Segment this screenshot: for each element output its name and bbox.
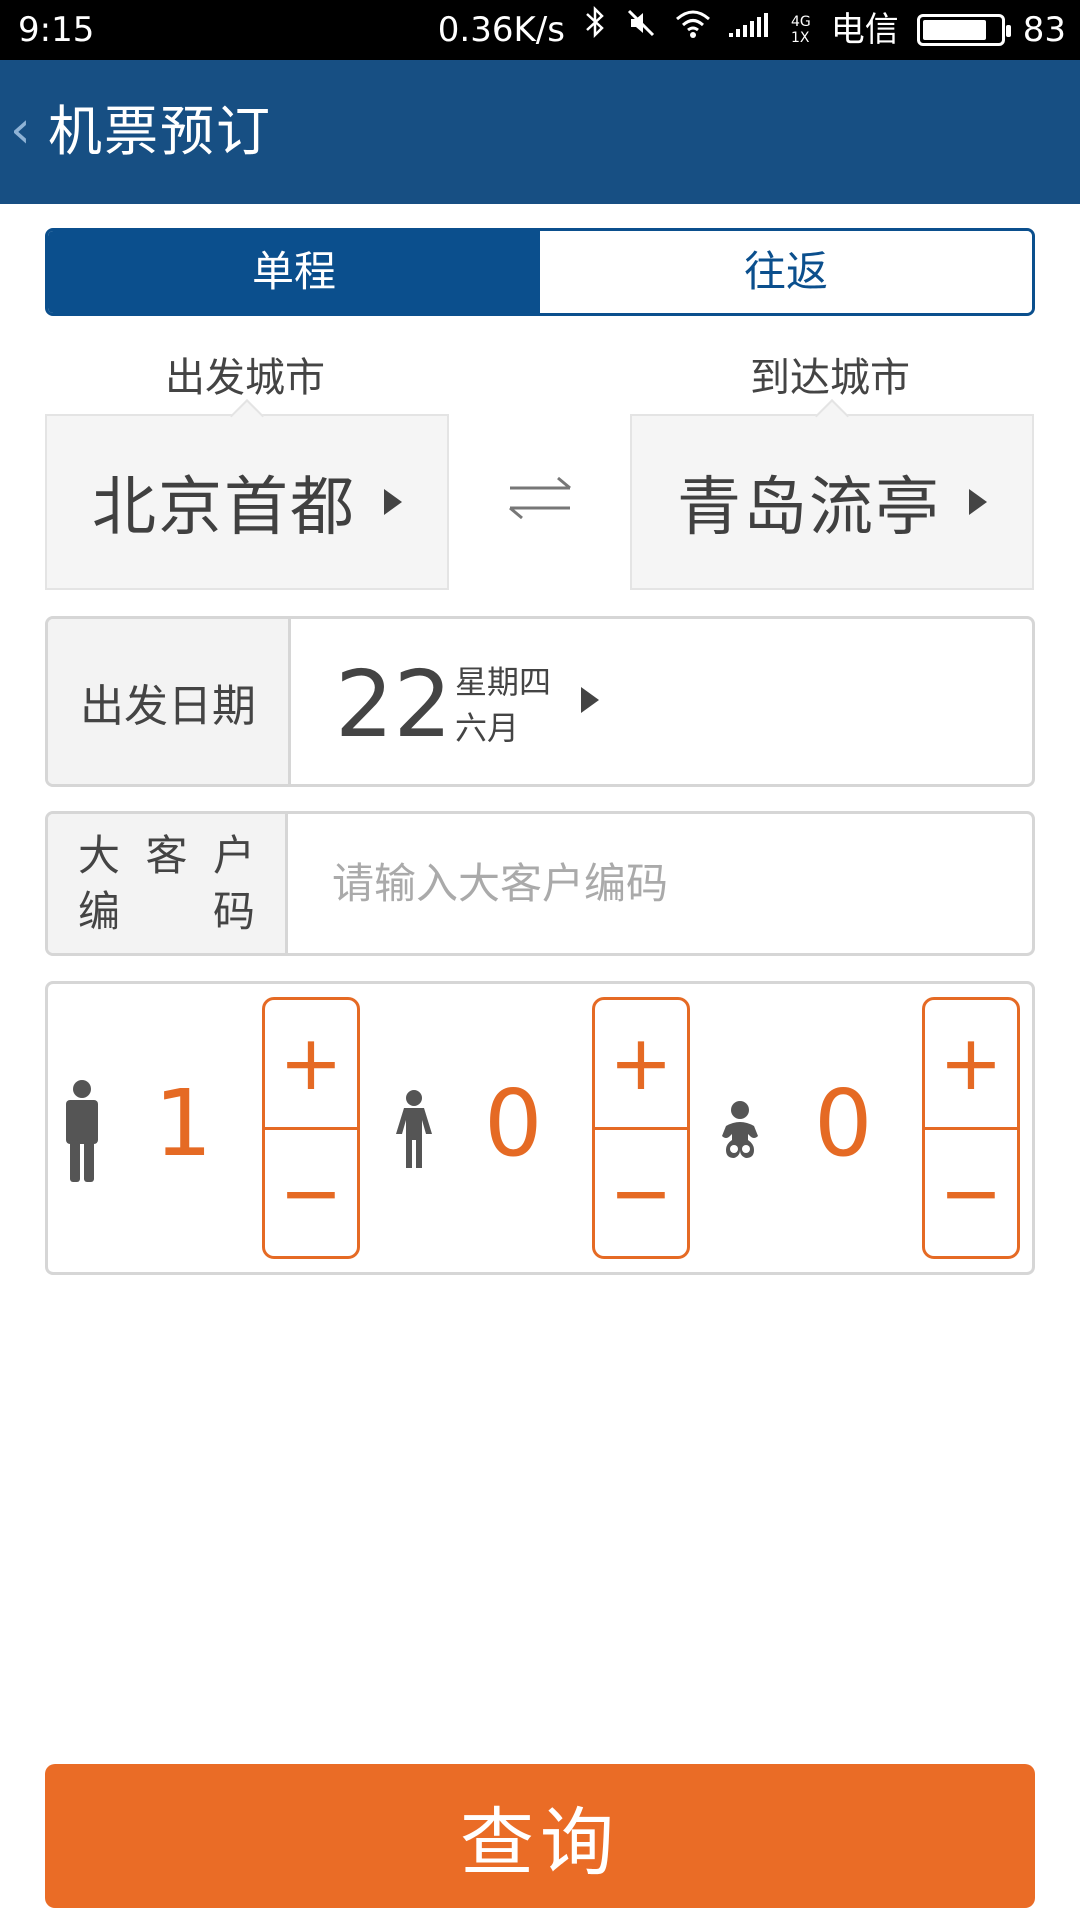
swap-cities-icon[interactable] [500,458,580,538]
adult-count: 1 [154,1070,213,1177]
status-time: 9:15 [18,10,95,50]
pointer-notch [815,399,849,433]
tab-round-trip[interactable]: 往返 [540,231,1032,313]
corporate-code-label: 大 客 户 编 码 [48,814,288,953]
adult-icon [60,1080,104,1188]
mute-icon [625,0,657,60]
departure-date-row[interactable]: 出发日期 22 星期四 六月 [45,616,1035,787]
status-bar: 9:15 0.36K/s 4G 1X 电信 83 [0,0,1080,60]
passenger-counter: 1 + − 0 + − 0 + − [45,981,1035,1275]
adult-stepper: + − [262,997,360,1259]
child-minus-button[interactable]: − [595,1130,687,1257]
arrival-city-label: 到达城市 [750,355,910,401]
arrival-city-selector[interactable]: 青岛流亭 [630,399,1034,590]
bluetooth-icon [583,0,607,60]
adult-plus-button[interactable]: + [265,1000,357,1130]
status-icons: 0.36K/s 4G 1X 电信 83 [438,0,1066,60]
departure-date-label: 出发日期 [48,619,291,784]
date-weekday: 星期四 [455,663,552,701]
arrow-right-icon [384,489,402,515]
battery-percent: 83 [1022,10,1066,50]
network-type: 4G 1X [790,14,811,46]
date-day: 22 [335,651,453,758]
adult-minus-button[interactable]: − [265,1130,357,1257]
child-plus-button[interactable]: + [595,1000,687,1130]
child-icon [394,1090,434,1174]
infant-icon [718,1100,762,1164]
infant-stepper: + − [922,997,1020,1259]
arrow-right-icon [581,687,599,717]
page-title: 机票预订 [48,100,272,163]
app-header: ‹ 机票预订 [0,60,1080,204]
infant-minus-button[interactable]: − [925,1130,1017,1257]
infant-plus-button[interactable]: + [925,1000,1017,1130]
signal-icon [728,0,773,60]
carrier-name: 电信 [830,10,899,50]
arrival-city: 青岛流亭 [677,471,941,545]
search-button[interactable]: 查询 [45,1764,1035,1908]
corporate-code-row: 大 客 户 编 码 [45,811,1035,956]
corporate-code-input[interactable] [288,814,1032,953]
pointer-notch [230,399,264,433]
child-stepper: + − [592,997,690,1259]
battery-icon [916,14,1011,46]
battery-fill [922,20,986,40]
infant-count: 0 [814,1070,873,1177]
trip-type-tabs: 单程 往返 [45,228,1035,316]
date-display[interactable]: 22 星期四 六月 [291,619,1032,784]
date-month: 六月 [455,709,520,747]
network-speed: 0.36K/s [437,10,565,50]
departure-city-label: 出发城市 [165,355,325,401]
arrow-right-icon [969,489,987,515]
back-icon[interactable]: ‹ [10,100,31,160]
child-count: 0 [484,1070,543,1177]
departure-city-selector[interactable]: 北京首都 [45,399,449,590]
tab-one-way[interactable]: 单程 [48,231,540,313]
wifi-icon [675,0,711,60]
departure-city: 北京首都 [92,471,356,545]
